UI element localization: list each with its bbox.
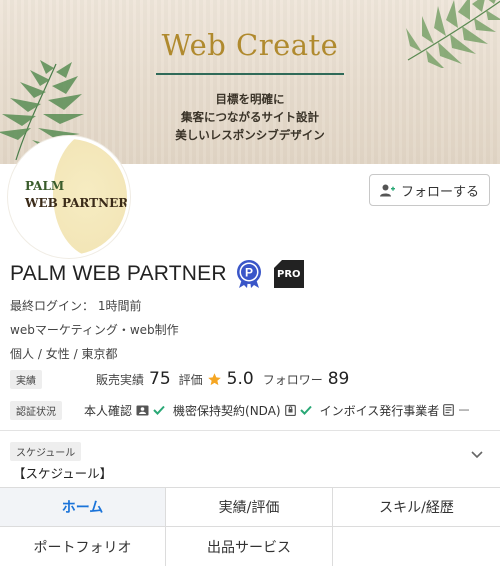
certification-tag: 認証状況 — [10, 400, 62, 420]
tab-portfolio[interactable]: ポートフォリオ — [0, 527, 166, 566]
stats-row: 実績 販売実績 75 評価 5.0 フォロワー 89 — [10, 368, 490, 390]
pro-badge-icon: PRO — [273, 260, 304, 288]
platinum-p-badge-icon: P — [236, 260, 261, 288]
attribute-separator: / — [37, 347, 42, 361]
attribute-separator: / — [73, 347, 78, 361]
cert-item-label: 本人確認 — [84, 403, 133, 418]
avatar-logo-line2: WEB PARTNER — [25, 196, 129, 210]
avatar-logo-line1: PALM — [25, 179, 65, 193]
rating-value: 5.0 — [226, 369, 254, 389]
certification-row: 認証状況 本人確認 機密保持契約(NDA) インボイス発行事業者 — [10, 399, 500, 421]
specialty: webマーケティング・web制作 — [10, 323, 179, 337]
follow-button-label: フォローする — [400, 184, 479, 200]
attribute-type: 個人 — [10, 347, 35, 361]
section-divider — [0, 430, 500, 431]
followers-value: 89 — [327, 369, 350, 389]
chevron-down-icon[interactable] — [470, 450, 484, 460]
profile-tabs: ホーム 実績/評価 スキル/経歴 ポートフォリオ 出品サービス — [0, 487, 500, 566]
dash-icon — [458, 405, 470, 415]
check-icon — [153, 405, 165, 415]
invoice-icon — [443, 404, 455, 416]
stats-tag: 実績 — [10, 369, 42, 389]
attribute-gender: 女性 — [45, 347, 70, 361]
attribute-location: 東京都 — [81, 347, 118, 361]
banner-divider — [156, 73, 344, 75]
star-icon — [207, 372, 221, 385]
schedule-text: 【スケジュール】 — [13, 466, 113, 481]
banner-subtitle-line: 集客につながるサイト設計 — [181, 110, 319, 124]
tab-home[interactable]: ホーム — [0, 488, 166, 527]
last-login: 最終ログイン： 1時間前 — [10, 299, 142, 313]
schedule-tag: スケジュール — [10, 442, 82, 461]
banner-subtitle-line: 目標を明確に — [215, 92, 285, 106]
attributes: 個人 / 女性 / 東京都 — [10, 345, 117, 362]
follow-button[interactable]: フォローする — [369, 174, 490, 206]
tab-skills[interactable]: スキル/経歴 — [333, 488, 500, 527]
pro-badge-label: PRO — [276, 268, 301, 280]
check-icon — [299, 405, 312, 415]
tab-services[interactable]: 出品サービス — [166, 527, 333, 566]
tab-empty-cell — [333, 527, 500, 566]
id-card-icon — [136, 405, 149, 416]
tab-achievements[interactable]: 実績/評価 — [166, 488, 333, 527]
cert-item-label: インボイス発行事業者 — [319, 403, 440, 418]
sales-label: 販売実績 — [96, 372, 145, 387]
profile-name-row: PALM WEB PARTNER P PRO — [10, 258, 304, 290]
avatar[interactable]: PALM WEB PARTNER — [8, 136, 130, 258]
banner-title: Web Create — [161, 28, 339, 62]
followers-label: フォロワー — [262, 372, 323, 387]
rating-label: 評価 — [178, 372, 203, 387]
svg-text:P: P — [245, 266, 253, 280]
cert-item-label: 機密保持契約(NDA) — [173, 403, 281, 418]
sales-value: 75 — [149, 369, 171, 389]
profile-name: PALM WEB PARTNER — [10, 262, 227, 285]
lock-document-icon — [284, 404, 296, 416]
person-add-icon — [379, 184, 395, 196]
